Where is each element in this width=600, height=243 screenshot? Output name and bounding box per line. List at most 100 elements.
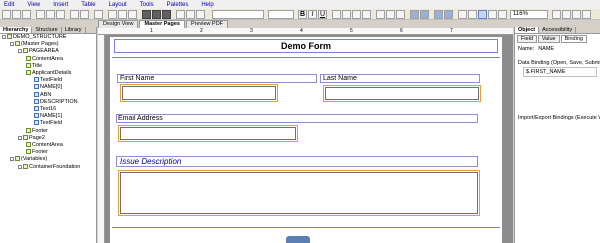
page-navigation-handle[interactable] xyxy=(286,236,310,243)
first-name-input[interactable] xyxy=(122,86,276,100)
subtab-binding[interactable]: Binding xyxy=(560,35,587,43)
sync-icon[interactable] xyxy=(444,10,453,19)
tab-master-pages[interactable]: Master Pages xyxy=(139,20,185,28)
design-canvas[interactable]: 1 2 3 4 5 6 7 Demo Form First Name Last … xyxy=(98,28,513,243)
zoom-select[interactable]: 116% xyxy=(510,10,548,19)
name-input[interactable]: NAME xyxy=(538,46,554,52)
save-icon[interactable] xyxy=(22,10,31,19)
print-icon[interactable] xyxy=(94,10,103,19)
undo-icon[interactable] xyxy=(70,10,79,19)
distribute-icon[interactable] xyxy=(142,10,151,19)
menu-help[interactable]: Help xyxy=(197,2,222,8)
menu-palettes[interactable]: Palettes xyxy=(163,2,198,8)
tree-item[interactable]: NAME[1] xyxy=(0,113,96,120)
issue-description-input[interactable] xyxy=(120,172,478,214)
tab-hierarchy[interactable]: Hierarchy xyxy=(0,27,33,33)
tree-item[interactable]: ContentArea xyxy=(0,142,96,149)
tree-item[interactable]: TextField xyxy=(0,77,96,84)
redo-icon[interactable] xyxy=(80,10,89,19)
tree-item[interactable]: Text16 xyxy=(0,106,96,113)
bold-icon[interactable]: B xyxy=(298,10,307,19)
expand-toggle-icon[interactable]: - xyxy=(18,49,22,54)
paste-icon[interactable] xyxy=(56,10,65,19)
tab-preview-pdf[interactable]: Preview PDF xyxy=(185,20,229,28)
tree-item[interactable]: ABN xyxy=(0,91,96,99)
tree-item[interactable]: DESCRIPTION xyxy=(0,98,96,106)
tree-item[interactable]: Footer xyxy=(0,127,96,135)
subtab-value[interactable]: Value xyxy=(537,35,560,43)
email-input[interactable] xyxy=(120,127,296,140)
tab-structure[interactable]: Structure xyxy=(32,27,62,33)
first-name-field-outer[interactable] xyxy=(120,84,278,102)
align-left-icon[interactable] xyxy=(108,10,117,19)
snap-icon[interactable] xyxy=(186,10,195,19)
last-name-input[interactable] xyxy=(325,87,479,100)
tree-item[interactable]: Title xyxy=(0,62,96,70)
tab-accessibility[interactable]: Accessibility xyxy=(539,27,577,33)
expand-toggle-icon[interactable]: - xyxy=(18,164,22,169)
tab-object[interactable]: Object xyxy=(515,27,540,33)
menu-layout[interactable]: Layout xyxy=(105,2,136,8)
table-icon[interactable] xyxy=(196,10,205,19)
tab-design-view[interactable]: Design View xyxy=(98,20,139,28)
refresh-icon[interactable] xyxy=(434,10,443,19)
menu-tools[interactable]: Tools xyxy=(136,2,163,8)
menu-table[interactable]: Table xyxy=(77,2,104,8)
back-icon[interactable] xyxy=(410,10,419,19)
font-select[interactable] xyxy=(212,10,264,19)
title-box[interactable]: Demo Form xyxy=(114,39,498,53)
zoom-out-icon[interactable] xyxy=(488,10,497,19)
email-field-outer[interactable] xyxy=(118,125,298,142)
bottom-align-icon[interactable] xyxy=(396,10,405,19)
cut-icon[interactable] xyxy=(36,10,45,19)
new-icon[interactable] xyxy=(2,10,11,19)
zoom-in-icon[interactable] xyxy=(498,10,507,19)
underline-icon[interactable]: U xyxy=(318,10,327,19)
menu-view[interactable]: View xyxy=(23,2,49,8)
tree-item[interactable]: - DEMO_STRUCTURE xyxy=(0,34,96,41)
issue-field-outer[interactable] xyxy=(118,170,480,216)
expand-toggle-icon[interactable]: - xyxy=(18,135,22,140)
tree-item[interactable]: - ContainerFoundation xyxy=(0,163,96,171)
tree-item[interactable]: - (Master Pages) xyxy=(0,41,96,48)
tree-item[interactable]: - (Variables) xyxy=(0,156,96,163)
tab-library[interactable]: Library xyxy=(62,27,86,33)
tree-item[interactable]: NAME[0] xyxy=(0,84,96,91)
tree-item[interactable]: Footer xyxy=(0,149,96,156)
align-right-icon[interactable] xyxy=(128,10,137,19)
tree-item[interactable]: TextField xyxy=(0,120,96,127)
tree-item[interactable]: - Page2 xyxy=(0,134,96,142)
tree-item[interactable]: ApplicantDetails xyxy=(0,70,96,77)
menu-insert[interactable]: Insert xyxy=(49,2,77,8)
menu-edit[interactable]: Edit xyxy=(0,2,23,8)
last-name-field-outer[interactable] xyxy=(323,85,481,102)
text-align-left-icon[interactable] xyxy=(332,10,341,19)
tree-item[interactable]: ContentArea xyxy=(0,55,96,63)
subtab-field[interactable]: Field xyxy=(517,35,537,43)
grid-toggle-icon[interactable] xyxy=(552,10,561,19)
expand-toggle-icon[interactable]: - xyxy=(10,42,14,47)
justify-icon[interactable] xyxy=(362,10,371,19)
text-align-right-icon[interactable] xyxy=(352,10,361,19)
forward-icon[interactable] xyxy=(420,10,429,19)
open-icon[interactable] xyxy=(12,10,21,19)
expand-toggle-icon[interactable]: - xyxy=(10,157,14,162)
top-align-icon[interactable] xyxy=(376,10,385,19)
grid-icon[interactable] xyxy=(176,10,185,19)
fit-width-icon[interactable] xyxy=(468,10,477,19)
data-binding-input[interactable]: $.FIRST_NAME xyxy=(523,67,597,77)
actual-size-icon[interactable] xyxy=(478,10,487,19)
italic-icon[interactable]: I xyxy=(308,10,317,19)
tree-item[interactable]: - PAGEAREA xyxy=(0,48,96,55)
rulers-icon[interactable] xyxy=(562,10,571,19)
ungroup-icon[interactable] xyxy=(162,10,171,19)
middle-align-icon[interactable] xyxy=(386,10,395,19)
font-size-select[interactable] xyxy=(268,10,294,19)
expand-toggle-icon[interactable]: - xyxy=(2,35,6,40)
copy-icon[interactable] xyxy=(46,10,55,19)
help-icon[interactable] xyxy=(582,10,591,19)
group-icon[interactable] xyxy=(152,10,161,19)
text-align-center-icon[interactable] xyxy=(342,10,351,19)
align-center-icon[interactable] xyxy=(118,10,127,19)
bookmarks-icon[interactable] xyxy=(572,10,581,19)
